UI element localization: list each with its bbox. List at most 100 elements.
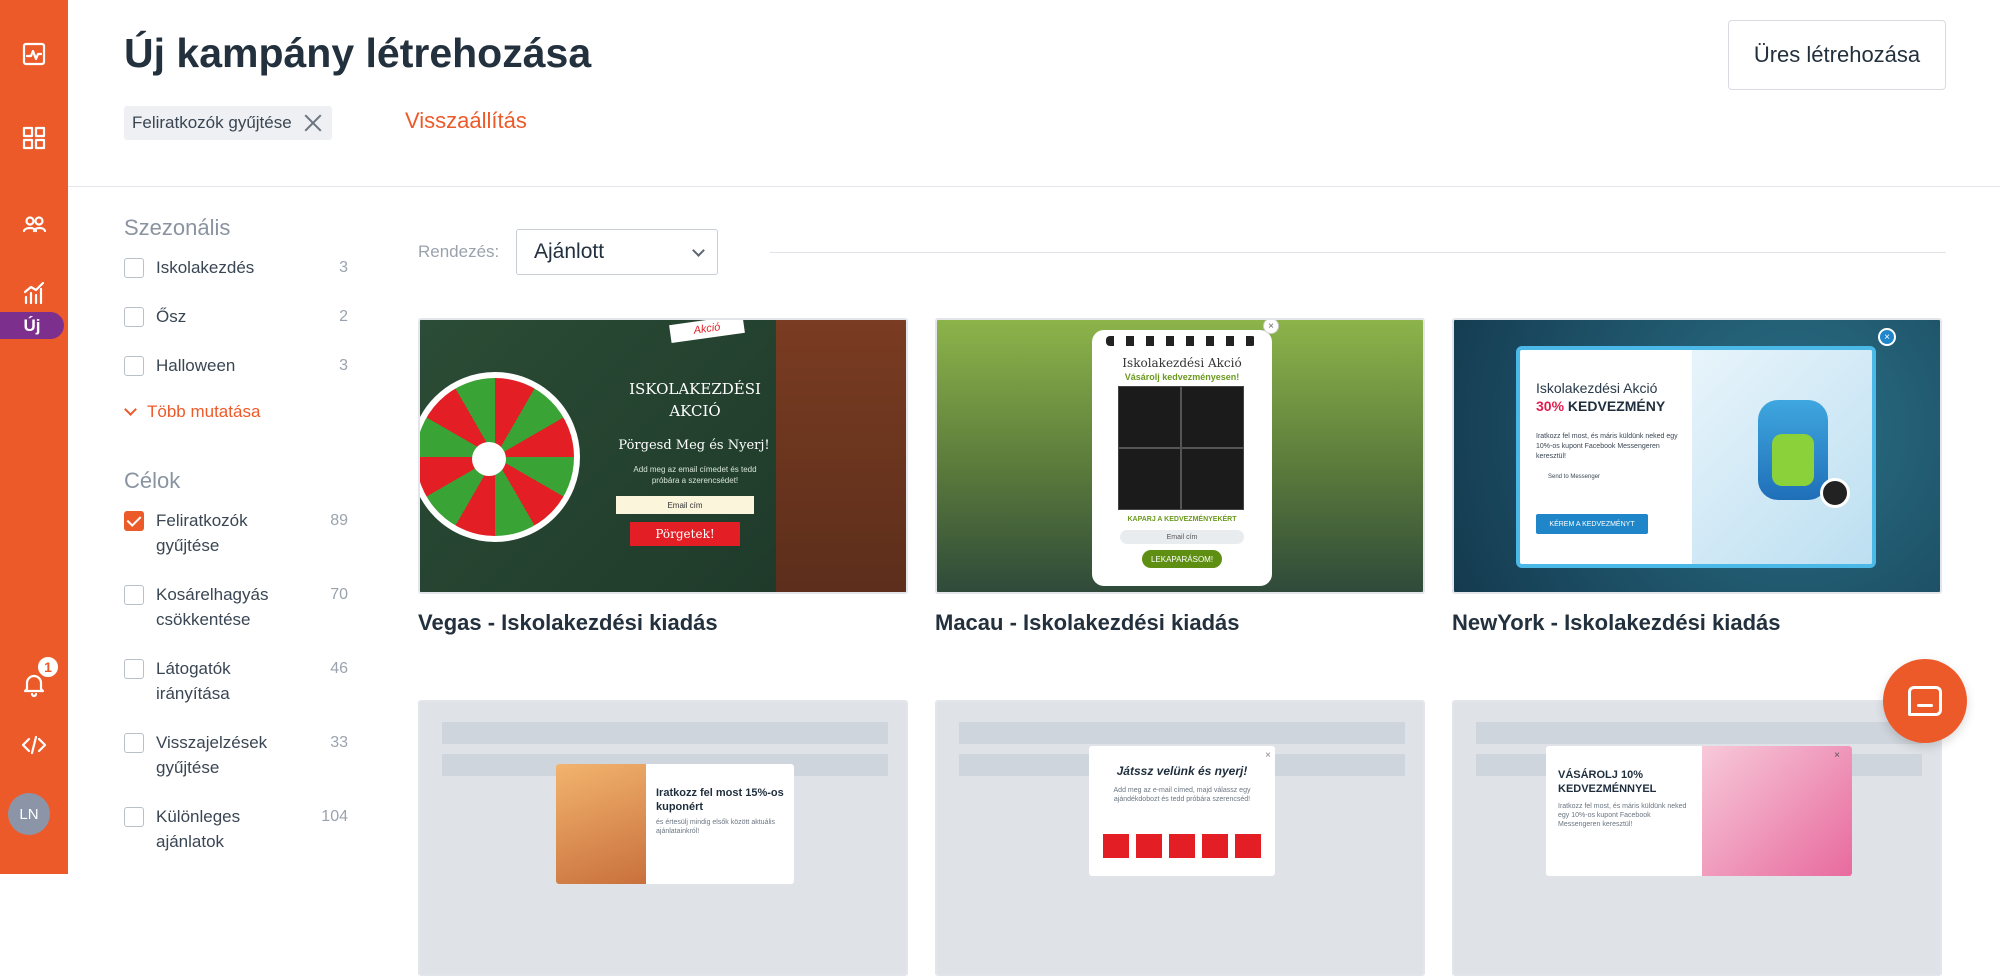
checkbox[interactable] — [124, 733, 144, 753]
new-feature-badge[interactable]: Új — [0, 312, 64, 339]
filter-section-title-goals: Célok — [124, 468, 181, 493]
show-more-button[interactable]: Több mutatása — [124, 402, 348, 422]
filter-item-label: Ősz — [156, 307, 187, 326]
preview-heading: Játssz velünk és nyerj! — [1116, 764, 1248, 778]
website-mock-bar — [442, 722, 888, 744]
checkbox[interactable] — [124, 659, 144, 679]
activity-icon[interactable] — [14, 34, 54, 74]
filter-item-count: 89 — [330, 512, 348, 529]
close-icon: × — [1878, 328, 1896, 346]
preview-messenger: Send to Messenger — [1548, 474, 1601, 480]
template-preview[interactable]: Akció ISKOLAKEZDÉSI AKCIÓ Pörgesd Meg és… — [418, 318, 908, 594]
checkbox-checked[interactable] — [124, 511, 144, 531]
website-mock-bar — [959, 722, 1405, 744]
template-preview[interactable]: Iskolakezdési Akció 30% KEDVEZMÉNY Iratk… — [1452, 318, 1942, 594]
filter-item-osz[interactable]: Ősz 2 — [124, 304, 348, 329]
sort-selected-value: Ajánlott — [534, 240, 605, 263]
filter-item-label: Feliratkozók gyűjtése — [156, 511, 248, 555]
filter-item-feliratkozok-gyujtese[interactable]: Feliratkozók gyűjtése 89 — [124, 508, 348, 558]
filter-item-halloween[interactable]: Halloween 3 — [124, 353, 348, 378]
filter-item-count: 70 — [330, 586, 348, 603]
preview-heading: VÁSÁROLJ 10% KEDVEZMÉNNYEL — [1558, 769, 1657, 795]
template-card-gift[interactable]: Játssz velünk és nyerj! Add meg az e-mai… — [935, 700, 1425, 976]
close-icon: × — [1265, 750, 1271, 761]
preview-email-input: Email cím — [1120, 530, 1244, 544]
filter-item-count: 33 — [330, 734, 348, 751]
preview-heading: Iskolakezdési Akció — [1122, 356, 1242, 370]
preview-discount-label: KEDVEZMÉNY — [1564, 398, 1666, 414]
page-title: Új kampány létrehozása — [124, 30, 592, 76]
page-header: Új kampány létrehozása Üres létrehozása … — [68, 0, 2000, 187]
filter-item-count: 3 — [339, 259, 348, 276]
filter-item-count: 2 — [339, 308, 348, 325]
show-more-label: Több mutatása — [147, 402, 261, 421]
reset-filters-link[interactable]: Visszaállítás — [405, 108, 527, 134]
filter-item-label: Különleges ajánlatok — [156, 807, 241, 851]
template-card-newyork[interactable]: Iskolakezdési Akció 30% KEDVEZMÉNY Iratk… — [1452, 318, 1942, 636]
preview-text: és értesülj mindig elsők között aktuális… — [656, 819, 776, 835]
template-preview[interactable]: Játssz velünk és nyerj! Add meg az e-mai… — [935, 700, 1425, 976]
checkbox[interactable] — [124, 258, 144, 278]
filter-section-title-seasonal: Szezonális — [124, 215, 231, 240]
wood-background — [776, 320, 906, 592]
preview-popup: Iratkozz fel most 15%-os kuponért és ért… — [556, 764, 794, 884]
filter-item-label: Halloween — [156, 356, 236, 375]
preview-popup: Iskolakezdési Akció Vásárolj kedvezménye… — [1092, 330, 1272, 586]
template-title[interactable]: Macau - Iskolakezdési kiadás — [935, 610, 1425, 636]
filter-item-iskolakezdes[interactable]: Iskolakezdés 3 — [124, 255, 348, 280]
dashboard-grid-icon[interactable] — [14, 118, 54, 158]
template-preview[interactable]: Iratkozz fel most 15%-os kuponért és ért… — [418, 700, 908, 976]
template-preview[interactable]: VÁSÁROLJ 10% KEDVEZMÉNNYEL Iratkozz fel … — [1452, 700, 1942, 976]
filter-item-latogatok-iranyitasa[interactable]: Látogatók irányítása 46 — [124, 656, 348, 706]
football-image — [1820, 478, 1850, 508]
preview-text: Iratkozz fel most, és máris küldünk neke… — [1558, 803, 1687, 828]
preview-text: Add meg az e-mail címed, majd válassz eg… — [1113, 787, 1251, 803]
users-icon[interactable] — [14, 204, 54, 244]
preview-text: Iratkozz fel most, és máris küldünk neke… — [1536, 433, 1678, 460]
active-filter-chip-label: Feliratkozók gyűjtése — [132, 113, 292, 132]
filter-item-visszajelzesek[interactable]: Visszajelzések gyűjtése 33 — [124, 730, 348, 780]
filter-item-label: Kosárelhagyás csökkentése — [156, 585, 269, 629]
preview-heading: ISKOLAKEZDÉSI AKCIÓ — [629, 380, 761, 420]
checkbox[interactable] — [124, 807, 144, 827]
sort-select[interactable]: Ajánlott — [516, 229, 718, 275]
preview-button: Pörgetek! — [630, 522, 740, 546]
preview-popup: Játssz velünk és nyerj! Add meg az e-mai… — [1089, 746, 1275, 876]
template-card-flamingo[interactable]: VÁSÁROLJ 10% KEDVEZMÉNNYEL Iratkozz fel … — [1452, 700, 1942, 976]
chat-icon — [1908, 686, 1942, 716]
template-preview[interactable]: Iskolakezdési Akció Vásárolj kedvezménye… — [935, 318, 1425, 594]
filter-item-kulonleges-ajanlatok[interactable]: Különleges ajánlatok 104 — [124, 804, 348, 854]
gift-boxes-image — [1103, 834, 1261, 858]
chevron-down-icon — [692, 244, 705, 257]
wheel-hub — [472, 442, 506, 476]
checkbox[interactable] — [124, 307, 144, 327]
create-empty-button[interactable]: Üres létrehozása — [1728, 20, 1946, 90]
chat-support-button[interactable] — [1883, 659, 1967, 743]
filter-item-kosarelhagyas[interactable]: Kosárelhagyás csökkentése 70 — [124, 582, 348, 632]
preview-heading: Iratkozz fel most 15%-os kuponért — [656, 787, 784, 813]
close-icon: × — [1263, 320, 1279, 334]
template-title[interactable]: NewYork - Iskolakezdési kiadás — [1452, 610, 1942, 636]
preview-discount-percent: 30% — [1536, 398, 1565, 414]
close-icon[interactable] — [302, 112, 324, 134]
preview-text: Add meg az email címedet és tedd próbára… — [633, 465, 757, 485]
user-avatar[interactable]: LN — [8, 793, 50, 835]
checkbox[interactable] — [124, 356, 144, 376]
flamingo-image — [1702, 746, 1852, 876]
template-card-vegas[interactable]: Akció ISKOLAKEZDÉSI AKCIÓ Pörgesd Meg és… — [418, 318, 908, 636]
notification-count-badge: 1 — [36, 655, 60, 679]
notebook-rings — [1106, 336, 1256, 346]
preview-email-input: Email cím — [616, 496, 754, 514]
divider — [770, 252, 1946, 253]
filter-item-label: Iskolakezdés — [156, 258, 255, 277]
checkbox[interactable] — [124, 585, 144, 605]
analytics-icon[interactable] — [14, 273, 54, 313]
scratch-card-image — [1118, 386, 1244, 510]
template-card-coupon[interactable]: Iratkozz fel most 15%-os kuponért és ért… — [418, 700, 908, 976]
template-title[interactable]: Vegas - Iskolakezdési kiadás — [418, 610, 908, 636]
close-icon: × — [1834, 750, 1840, 761]
template-card-macau[interactable]: Iskolakezdési Akció Vásárolj kedvezménye… — [935, 318, 1425, 636]
preview-subheading: Pörgesd Meg és Nyerj! — [618, 438, 770, 453]
filter-item-label: Látogatók irányítása — [156, 659, 231, 703]
code-icon[interactable] — [14, 725, 54, 765]
